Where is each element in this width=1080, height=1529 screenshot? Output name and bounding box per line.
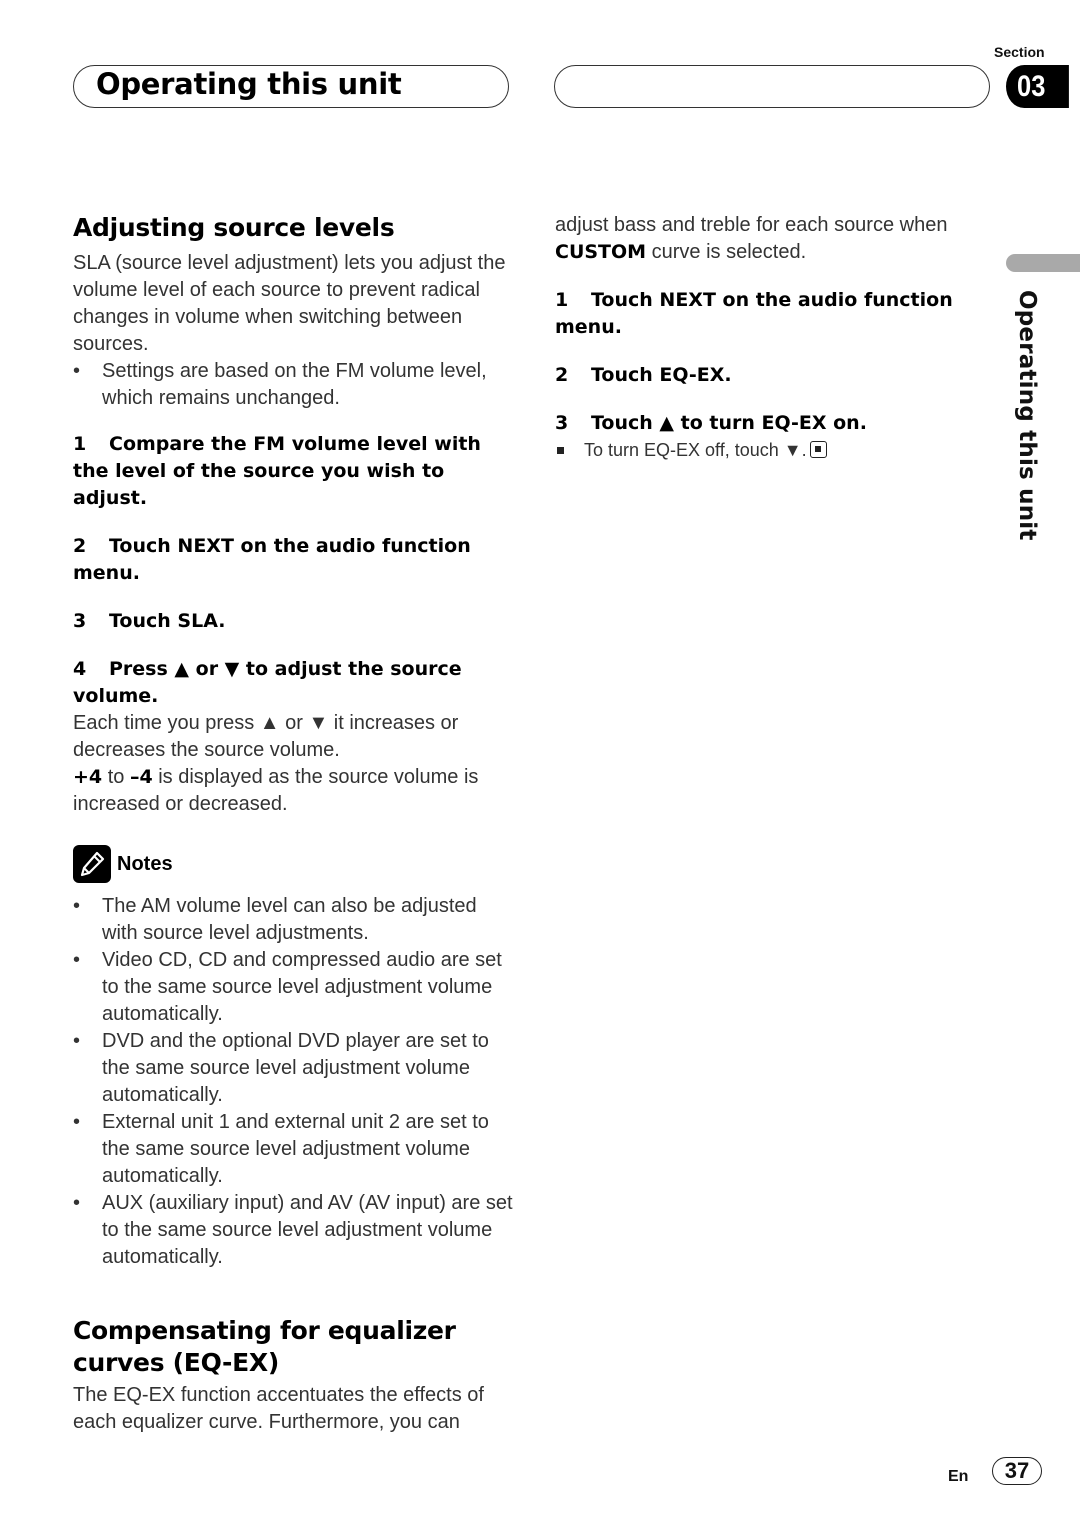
step-3: 3 Touch SLA. xyxy=(73,610,226,632)
step-4: 4 Press ▲ or ▼ to adjust the source volum… xyxy=(73,658,462,707)
note-item: AUX (auxiliary input) and AV (AV input) … xyxy=(73,1190,513,1271)
step-4-description: Each time you press ▲ or ▼ it increases … xyxy=(73,712,459,761)
eq-ex-intro-continued: adjust bass and treble for each source w… xyxy=(555,214,948,263)
pencil-icon xyxy=(73,845,111,883)
notes-list: The AM volume level can also be adjusted… xyxy=(73,893,513,1271)
note-item: External unit 1 and external unit 2 are … xyxy=(73,1109,513,1190)
heading-compensating-eq-curves: Compensating for equalizer curves (EQ-EX… xyxy=(73,1316,456,1377)
language-label: En xyxy=(948,1468,969,1485)
notes-header: Notes xyxy=(73,845,513,883)
step-1: 1 Compare the FM volume level with the le… xyxy=(73,433,481,509)
page-number: 37 xyxy=(992,1457,1042,1485)
eq-ex-intro: The EQ-EX function accentuates the effec… xyxy=(73,1384,484,1433)
side-tab-label: Operating this unit xyxy=(1014,290,1040,541)
note-item: The AM volume level can also be adjusted… xyxy=(73,893,513,947)
heading-adjusting-source-levels: Adjusting source levels xyxy=(73,213,395,242)
right-column: adjust bass and treble for each source w… xyxy=(555,212,975,464)
eq-step-3: 3 Touch ▲ to turn EQ-EX on. xyxy=(555,412,867,434)
section-number-badge: 03 xyxy=(1006,65,1069,108)
side-tab-marker xyxy=(1006,254,1080,272)
chapter-title-pill: Operating this unit xyxy=(73,65,509,108)
empty-header-pill xyxy=(554,65,990,108)
note-item: Video CD, CD and compressed audio are se… xyxy=(73,947,513,1028)
intro-bullet: Settings are based on the FM volume leve… xyxy=(73,358,513,412)
eq-off-note: To turn EQ-EX off, touch ▼. xyxy=(555,437,975,464)
note-item: DVD and the optional DVD player are set … xyxy=(73,1028,513,1109)
intro-paragraph: SLA (source level adjustment) lets you a… xyxy=(73,252,506,355)
section-label: Section xyxy=(994,44,1045,60)
left-column: Adjusting source levels SLA (source leve… xyxy=(73,212,513,1436)
end-of-section-icon xyxy=(809,441,827,458)
step-2: 2 Touch NEXT on the audio function menu. xyxy=(73,535,471,584)
notes-label: Notes xyxy=(117,852,173,875)
eq-step-1: 1 Touch NEXT on the audio function menu. xyxy=(555,289,953,338)
eq-step-2: 2 Touch EQ-EX. xyxy=(555,364,732,386)
step-4-range-note: +4 to –4 is displayed as the source volu… xyxy=(73,766,479,815)
chapter-title: Operating this unit xyxy=(96,67,402,101)
